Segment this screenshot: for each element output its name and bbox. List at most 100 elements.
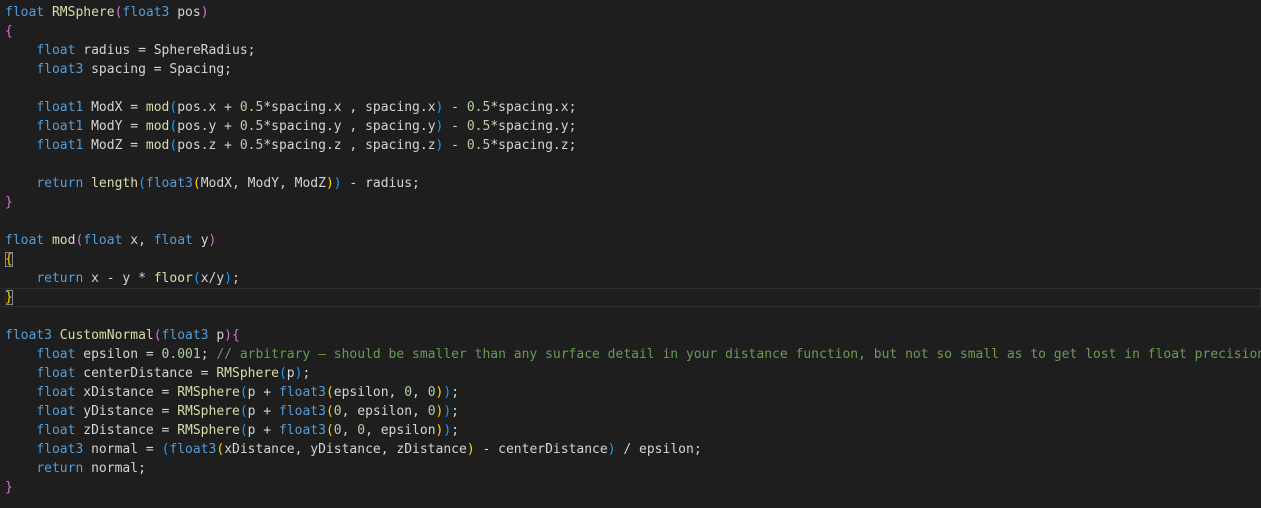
code-token-plain: pos.y + bbox=[177, 119, 240, 134]
code-token-bracket3: ) bbox=[466, 442, 475, 457]
code-token-plain: *spacing.y; bbox=[490, 119, 577, 134]
code-token-plain: , bbox=[412, 385, 428, 400]
code-token-bracket1: { bbox=[232, 328, 240, 343]
code-line[interactable]: float3 normal = (float3(xDistance, yDist… bbox=[5, 440, 1261, 459]
code-token-plain: ModZ = bbox=[83, 138, 146, 153]
code-line[interactable]: } bbox=[5, 193, 1261, 212]
code-line[interactable]: float1 ModX = mod(pos.x + 0.5*spacing.x … bbox=[5, 98, 1261, 117]
code-token-function: mod bbox=[145, 100, 170, 115]
code-token-keyword: float3 bbox=[169, 442, 217, 457]
code-token-match: { bbox=[5, 252, 13, 267]
code-token-number: 0.001 bbox=[161, 347, 201, 362]
code-token-function: floor bbox=[153, 271, 193, 286]
code-token-plain: x/y bbox=[200, 271, 225, 286]
code-token-bracket2: ) bbox=[224, 271, 233, 286]
code-token-keyword: float bbox=[36, 366, 76, 381]
code-line[interactable]: { bbox=[5, 250, 1261, 269]
code-token-plain: ; bbox=[451, 423, 460, 438]
code-token-comment: // arbitrary — should be smaller than an… bbox=[216, 347, 1261, 362]
code-token-plain: *spacing.x , spacing.x bbox=[263, 100, 436, 115]
code-token-plain: pos.x + bbox=[177, 100, 240, 115]
code-token-bracket3: ( bbox=[325, 404, 334, 419]
code-token-function: RMSphere bbox=[177, 385, 240, 400]
code-token-bracket2: ( bbox=[192, 271, 201, 286]
code-line[interactable]: float RMSphere(float3 pos) bbox=[5, 3, 1261, 22]
code-line[interactable]: float3 spacing = Spacing; bbox=[5, 60, 1261, 79]
code-token-keyword: float bbox=[153, 233, 193, 248]
code-token-keyword: float3 bbox=[278, 385, 326, 400]
code-line[interactable] bbox=[5, 212, 1261, 231]
code-line[interactable]: float mod(float x, float y) bbox=[5, 231, 1261, 250]
code-line[interactable] bbox=[5, 307, 1261, 326]
code-line[interactable]: float xDistance = RMSphere(p + float3(ep… bbox=[5, 383, 1261, 402]
code-token-bracket2: ) bbox=[443, 404, 452, 419]
code-token-bracket2: ( bbox=[239, 385, 248, 400]
code-token-bracket3: ( bbox=[216, 442, 225, 457]
code-line[interactable] bbox=[5, 79, 1261, 98]
code-token-bracket2: ) bbox=[607, 442, 616, 457]
code-token-plain: epsilon, bbox=[333, 385, 405, 400]
code-token-function: mod bbox=[51, 233, 76, 248]
code-token-plain: - bbox=[443, 138, 467, 153]
code-token-plain: x - y * bbox=[83, 271, 154, 286]
code-token-plain: ModX, ModY, ModZ bbox=[200, 176, 326, 191]
code-line[interactable]: return normal; bbox=[5, 459, 1261, 478]
code-line[interactable]: float centerDistance = RMSphere(p); bbox=[5, 364, 1261, 383]
code-line[interactable]: float epsilon = 0.001; // arbitrary — sh… bbox=[5, 345, 1261, 364]
code-token-plain: xDistance = bbox=[75, 385, 178, 400]
code-token-number: 0.5 bbox=[239, 138, 264, 153]
code-token-bracket1: ) bbox=[200, 5, 209, 20]
code-line[interactable]: float1 ModZ = mod(pos.z + 0.5*spacing.z … bbox=[5, 136, 1261, 155]
code-token-plain: *spacing.x; bbox=[490, 100, 577, 115]
code-token-plain: / epsilon; bbox=[615, 442, 702, 457]
code-token-bracket2: ) bbox=[443, 423, 452, 438]
code-token-plain: - radius; bbox=[341, 176, 420, 191]
code-token-plain: p + bbox=[247, 404, 279, 419]
code-token-function: mod bbox=[145, 119, 170, 134]
code-line[interactable]: float radius = SphereRadius; bbox=[5, 41, 1261, 60]
code-token-function: RMSphere bbox=[216, 366, 279, 381]
code-token-plain: *spacing.z; bbox=[490, 138, 577, 153]
code-line[interactable]: return length(float3(ModX, ModY, ModZ)) … bbox=[5, 174, 1261, 193]
code-line[interactable]: { bbox=[5, 22, 1261, 41]
code-token-plain: pos.z + bbox=[177, 138, 240, 153]
code-token-plain: xDistance, yDistance, zDistance bbox=[224, 442, 467, 457]
code-token-number: 0 bbox=[404, 385, 413, 400]
code-token-bracket1: { bbox=[5, 24, 13, 39]
code-token-number: 0 bbox=[427, 385, 436, 400]
code-token-plain: ; bbox=[451, 385, 460, 400]
code-token-keyword: float bbox=[5, 5, 45, 20]
code-token-number: 0 bbox=[427, 404, 436, 419]
code-token-keyword: float bbox=[5, 233, 45, 248]
code-token-bracket1: } bbox=[5, 480, 13, 495]
code-token-plain: x, bbox=[122, 233, 154, 248]
code-token-plain: - centerDistance bbox=[474, 442, 608, 457]
code-area[interactable]: float RMSphere(float3 pos) { float radius… bbox=[0, 3, 1261, 497]
code-line[interactable] bbox=[5, 155, 1261, 174]
code-line-current[interactable]: } bbox=[0, 288, 1261, 307]
code-line[interactable]: float yDistance = RMSphere(p + float3(0,… bbox=[5, 402, 1261, 421]
code-token-plain: normal; bbox=[83, 461, 146, 476]
code-token-number: 0.5 bbox=[466, 138, 491, 153]
code-line[interactable]: } bbox=[5, 478, 1261, 497]
code-token-keyword: float3 bbox=[161, 328, 209, 343]
code-token-bracket2: ( bbox=[239, 423, 248, 438]
code-token-bracket3: ( bbox=[192, 176, 201, 191]
code-token-keyword: float bbox=[36, 43, 76, 58]
code-line[interactable]: float3 CustomNormal(float3 p){ bbox=[5, 326, 1261, 345]
code-line[interactable]: float zDistance = RMSphere(p + float3(0,… bbox=[5, 421, 1261, 440]
code-token-plain: p + bbox=[247, 385, 279, 400]
code-token-plain: spacing = Spacing; bbox=[83, 62, 232, 77]
code-editor[interactable]: float RMSphere(float3 pos) { float radius… bbox=[0, 0, 1261, 508]
code-token-bracket2: ) bbox=[333, 176, 342, 191]
code-line[interactable]: return x - y * floor(x/y); bbox=[5, 269, 1261, 288]
code-line[interactable]: float1 ModY = mod(pos.y + 0.5*spacing.y … bbox=[5, 117, 1261, 136]
code-token-plain: radius = SphereRadius; bbox=[75, 43, 256, 58]
code-token-plain: ; bbox=[200, 347, 217, 362]
